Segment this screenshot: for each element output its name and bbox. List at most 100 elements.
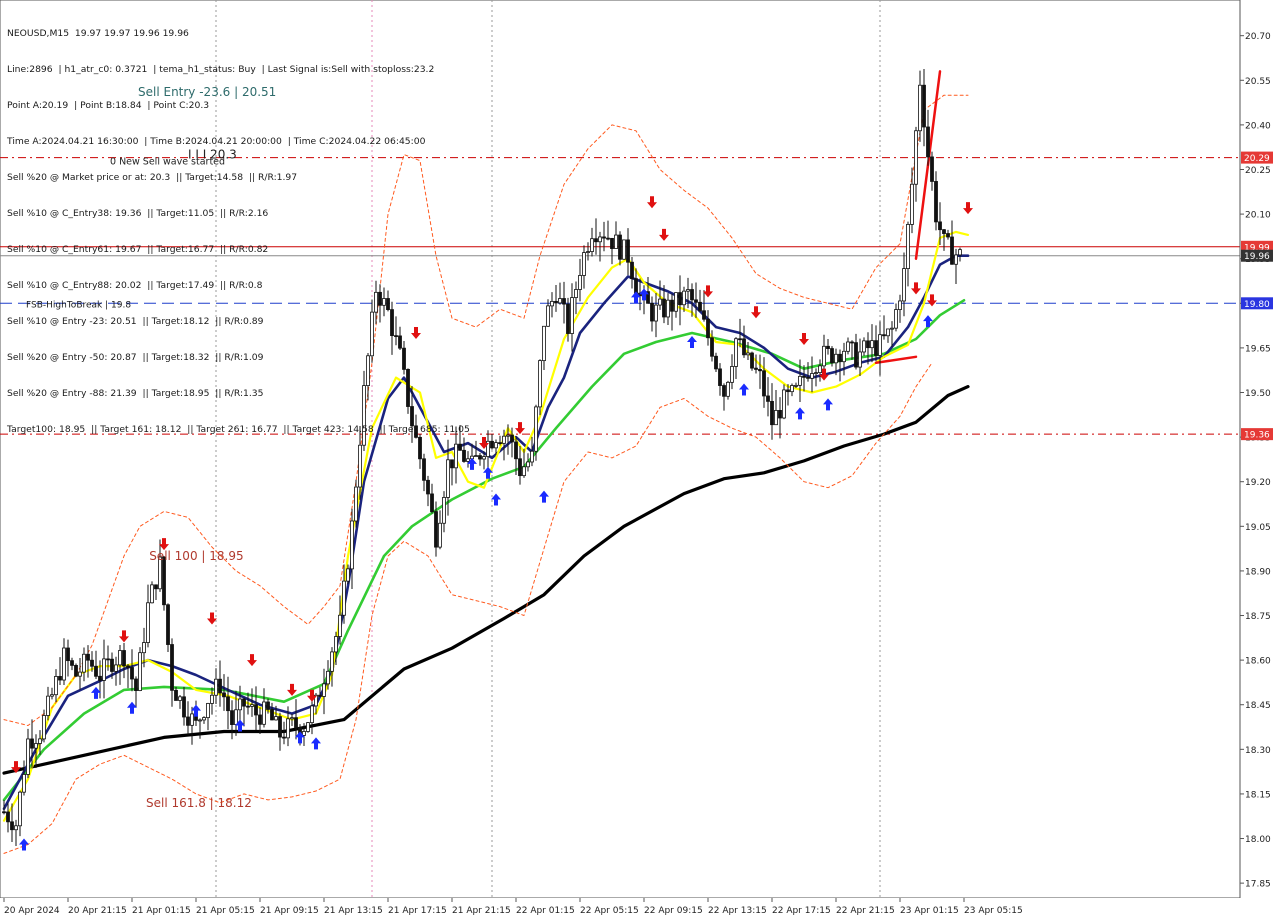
candle-body [10,821,14,831]
time-tick-label: 22 Apr 09:15 [644,906,703,916]
price-level-label: 20.29 [1244,154,1270,164]
price-tick-label: 20.70 [1245,32,1271,42]
time-tick-label: 21 Apr 09:15 [260,906,319,916]
candle-body [938,221,942,231]
candle-body [918,84,922,132]
time-tick-label: 23 Apr 01:15 [900,906,959,916]
candle-body [882,334,886,337]
candle-body [554,300,558,304]
gridlines [0,0,1241,899]
candle-body [526,461,530,468]
candle-body [118,650,122,666]
candle-body [514,441,518,460]
candle-body [542,325,546,362]
annotation-fsb: FSB-HighToBreak | 19.8 [26,300,131,310]
candle-body [798,375,802,386]
candle-body [954,254,958,265]
candle-body [202,717,206,721]
candle-body [730,366,734,383]
candle-body [814,372,818,375]
candle-body [422,458,426,481]
candle-body [474,455,478,457]
candle-body [498,442,502,445]
candle-body [910,183,914,225]
price-tick-label: 18.75 [1245,612,1271,622]
candle-body [418,436,422,460]
candle-body [102,658,106,681]
candle-body [466,458,470,462]
candle-body [742,338,746,356]
candle-body [766,395,770,402]
price-tick-label: 18.15 [1245,790,1271,800]
candle-body [302,731,306,736]
candle-body [374,291,378,313]
price-tick-label: 20.40 [1245,121,1271,131]
candle-body [626,239,630,263]
price-tick-label: 18.90 [1245,567,1271,577]
candle-body [290,717,294,720]
candle-body [658,298,662,306]
price-chart[interactable]: MARKETZTRADE Sell Entry -23.6 | 20.51I I… [0,0,1280,920]
candle-body [218,678,222,694]
candle-body [914,130,918,185]
candle-body [342,580,346,616]
candle-body [318,694,322,697]
candle-body [722,385,726,397]
candle-body [138,652,142,691]
candle-body [506,434,510,437]
price-axis[interactable]: 17.85 18.00 18.15 18.30 18.45 18.60 18.75 18.90… [1239,0,1280,898]
candle-body [170,644,174,691]
candle-body [414,425,418,438]
time-axis[interactable]: 20 Apr 2024 20 Apr 21:15 21 Apr 01:15 21 Ap… [0,898,1280,920]
candle-body [670,299,674,312]
chart-window[interactable]: MARKETZTRADE Sell Entry -23.6 | 20.51I I… [0,0,1280,920]
candle-body [922,84,926,128]
candle-body [546,305,550,327]
price-tick-label: 17.85 [1245,880,1271,890]
candle-body [262,701,266,725]
candle-body [866,340,870,349]
candle-body [794,384,798,387]
candle-body [326,670,330,685]
candle-body [862,340,866,353]
time-tick-label: 21 Apr 13:15 [324,906,383,916]
candle-body [426,479,430,495]
candle-body [382,298,386,306]
candle-body [378,291,382,306]
candle-body [790,385,794,393]
candle-body [250,704,254,707]
time-axis-bg [0,898,1280,920]
candle-body [714,355,718,370]
candle-body [42,715,46,740]
candle-body [902,268,906,302]
candle-body [890,327,894,330]
candle-body [710,337,714,357]
price-level-label: 19.96 [1244,252,1270,262]
candle-body [786,389,790,393]
candle-body [782,389,786,419]
candle-body [22,774,26,793]
candle-body [650,302,654,322]
annotation-sell-161: Sell 161.8 | 18.12 [146,796,252,810]
candle-body [266,701,270,710]
candle-body [94,665,98,677]
candle-body [450,459,454,469]
price-tick-label: 19.05 [1245,523,1271,533]
candle-body [438,522,442,548]
candle-body [622,239,626,260]
candle-body [698,301,702,312]
candle-body [846,341,850,352]
candle-body [86,653,90,661]
candle-body [530,450,534,463]
candle-body [778,410,782,419]
candle-body [834,353,838,364]
price-tick-label: 19.65 [1245,344,1271,354]
candle-body [26,738,30,775]
candle-body [490,440,494,449]
candle-body [874,340,878,356]
price-tick-label: 20.25 [1245,166,1271,176]
candle-body [534,406,538,452]
candle-body [754,367,758,370]
candle-body [706,318,710,339]
annotation-new-sell-wave: 0 New Sell wave started [110,157,225,168]
